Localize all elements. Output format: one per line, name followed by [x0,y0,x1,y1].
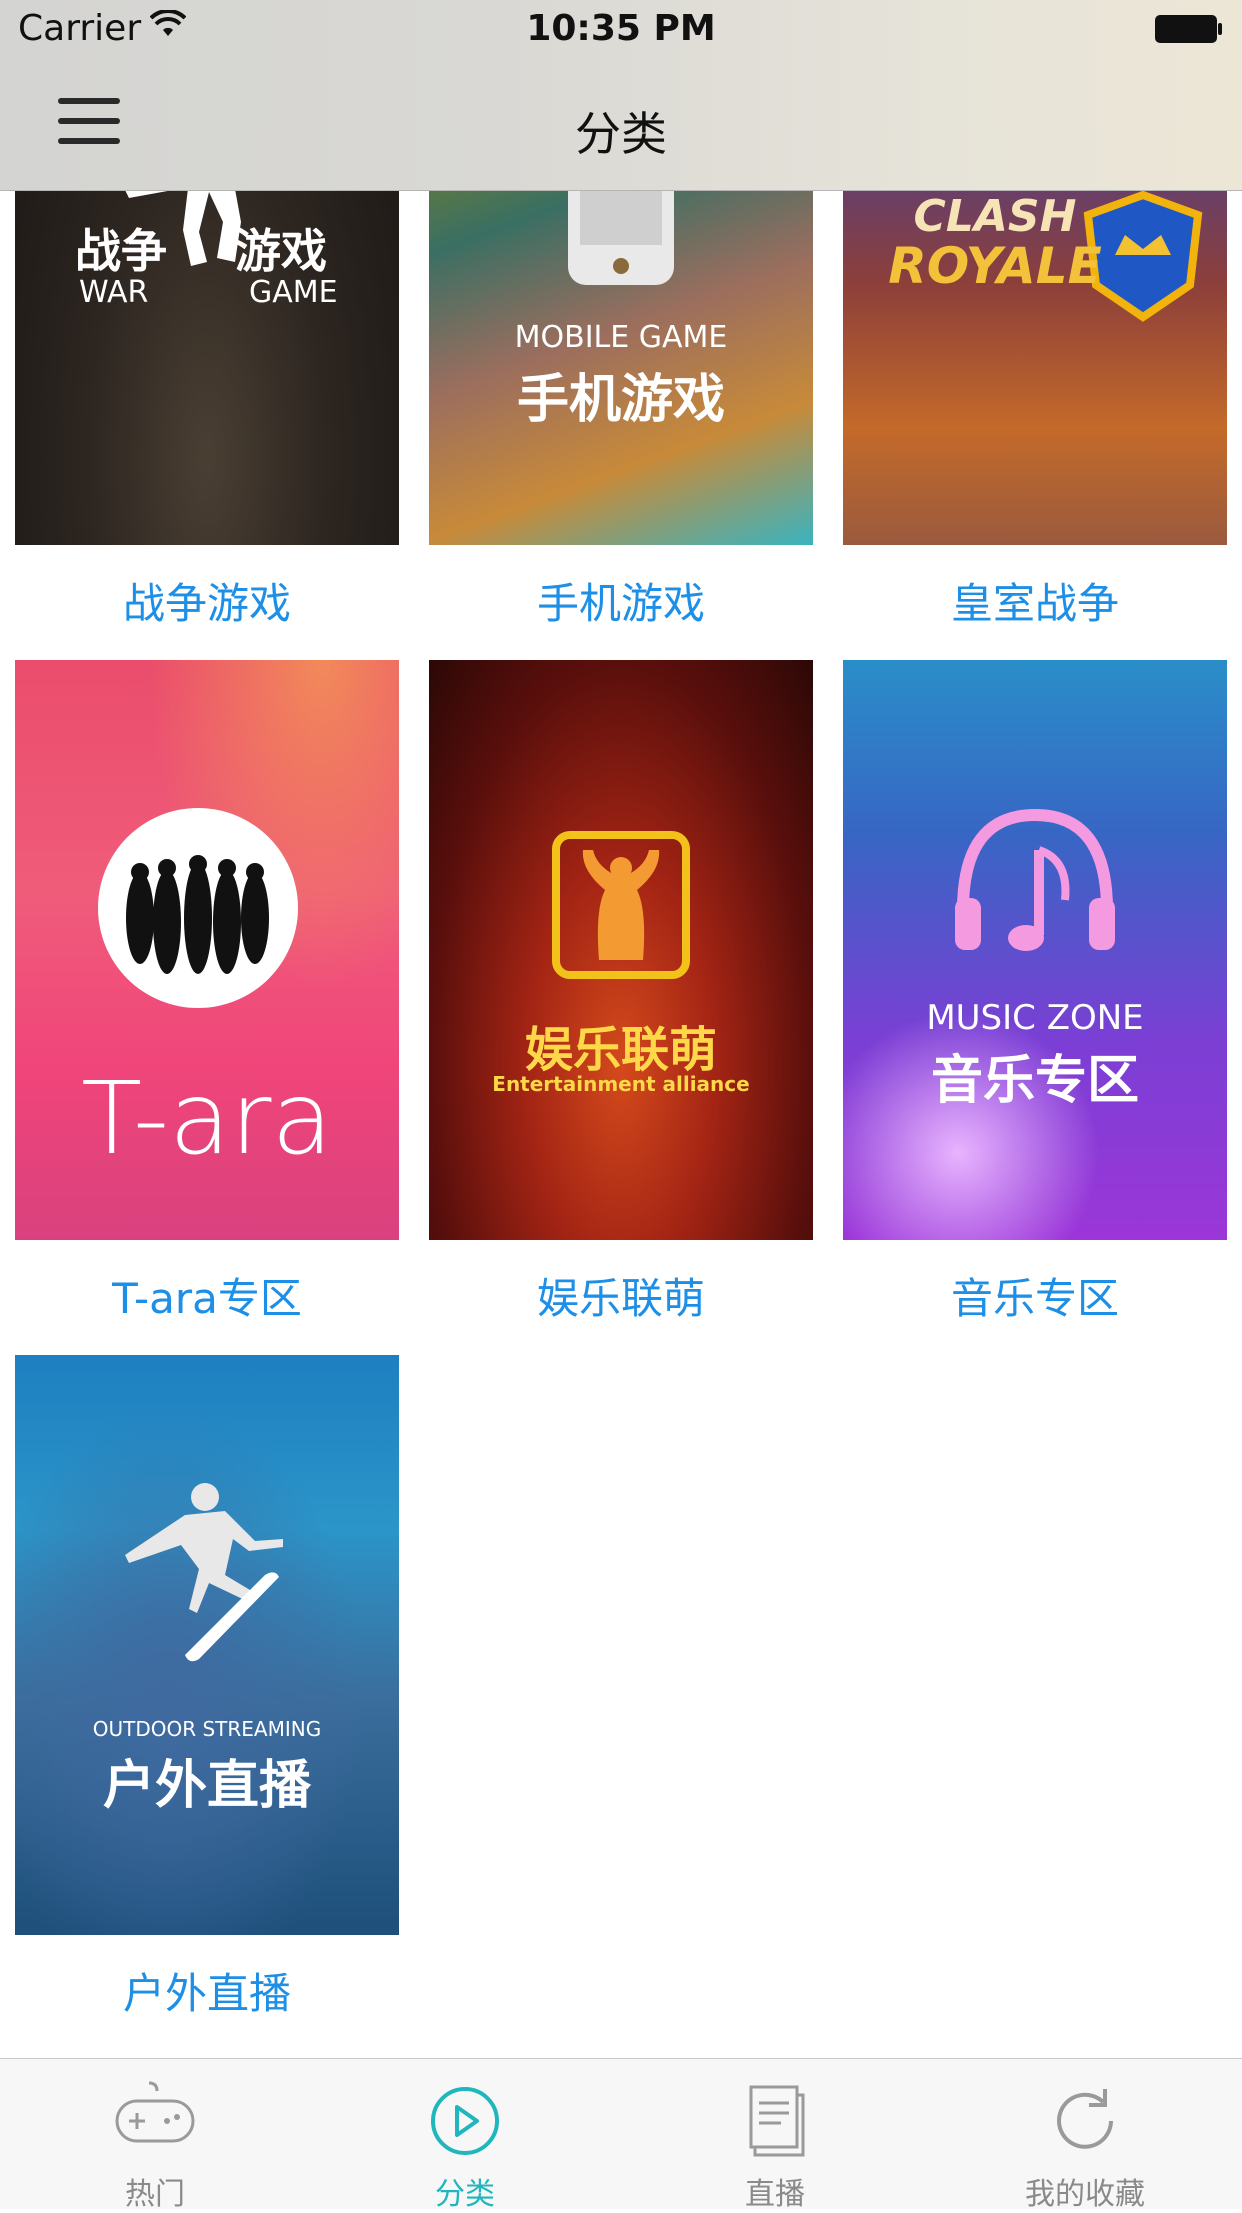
tab-hot[interactable]: 热门 [0,2059,310,2212]
tara-art-text: T-ara [81,1060,333,1177]
navigation-bar: Carrier 10:35 PM 分类 [0,0,1242,191]
ent-art-cn: 娱乐联萌 [524,1022,717,1078]
war-game-label[interactable]: 战争游戏 [15,570,399,631]
entertainment-label[interactable]: 娱乐联萌 [429,1265,813,1326]
music-label[interactable]: 音乐专区 [843,1265,1227,1326]
tab-favorites[interactable]: 我的收藏 [930,2059,1240,2212]
tab-live[interactable]: 直播 [620,2059,930,2212]
play-circle-icon [431,2087,499,2155]
mobile-game-label[interactable]: 手机游戏 [429,570,813,631]
gamepad-icon [115,2081,195,2143]
music-art-cn: 音乐专区 [930,1051,1139,1111]
mobile-art-en: MOBILE GAME [514,320,728,355]
outdoor-label[interactable]: 户外直播 [15,1960,399,2021]
tab-category[interactable]: 分类 [310,2059,620,2212]
document-icon [749,2085,805,2157]
clash-royale-label[interactable]: 皇室战争 [843,570,1227,631]
tara-cover[interactable]: T-ara [15,660,399,1240]
ent-art-en: Entertainment alliance [492,1072,750,1096]
battery-icon [1155,15,1222,43]
dancer-frame-icon [552,831,690,979]
music-art-en: MUSIC ZONE [926,998,1144,1038]
outdoor-cover[interactable]: OUTDOOR STREAMING 户外直播 [15,1355,399,1935]
tara-label[interactable]: T-ara专区 [15,1265,399,1326]
headphones-icon [955,808,1115,951]
clash-art-line2: ROYALE [888,237,1102,295]
tab-category-label: 分类 [435,2177,495,2212]
page-title: 分类 [575,107,667,161]
refresh-icon [1057,2089,1113,2149]
war-art-cn-right: 游戏 [235,224,327,278]
category-grid: 战争 游戏 WAR GAME 战争游戏 MOBILE GAME 手机游戏 手机游… [0,0,1242,2058]
outdoor-art-en: OUTDOOR STREAMING [92,1717,322,1741]
tab-live-label: 直播 [745,2177,805,2212]
war-art-en-right: GAME [249,275,338,310]
war-art-cn-left: 战争 [75,224,167,278]
clash-art-line1: CLASH [913,191,1077,242]
tab-favorites-label: 我的收藏 [1025,2177,1145,2212]
war-art-en-left: WAR [79,275,149,310]
status-time: 10:35 PM [526,8,716,49]
mobile-art-cn: 手机游戏 [516,370,725,430]
music-cover[interactable]: MUSIC ZONE 音乐专区 [843,660,1227,1240]
tab-hot-label: 热门 [125,2177,185,2212]
tab-bar: 热门 分类 直播 我的收藏 [0,2058,1242,2212]
skateboarder-icon [125,1483,283,1662]
entertainment-cover[interactable]: 娱乐联萌 Entertainment alliance [429,660,813,1240]
status-bar: Carrier 10:35 PM [0,0,1242,60]
outdoor-art-cn: 户外直播 [102,1756,311,1816]
